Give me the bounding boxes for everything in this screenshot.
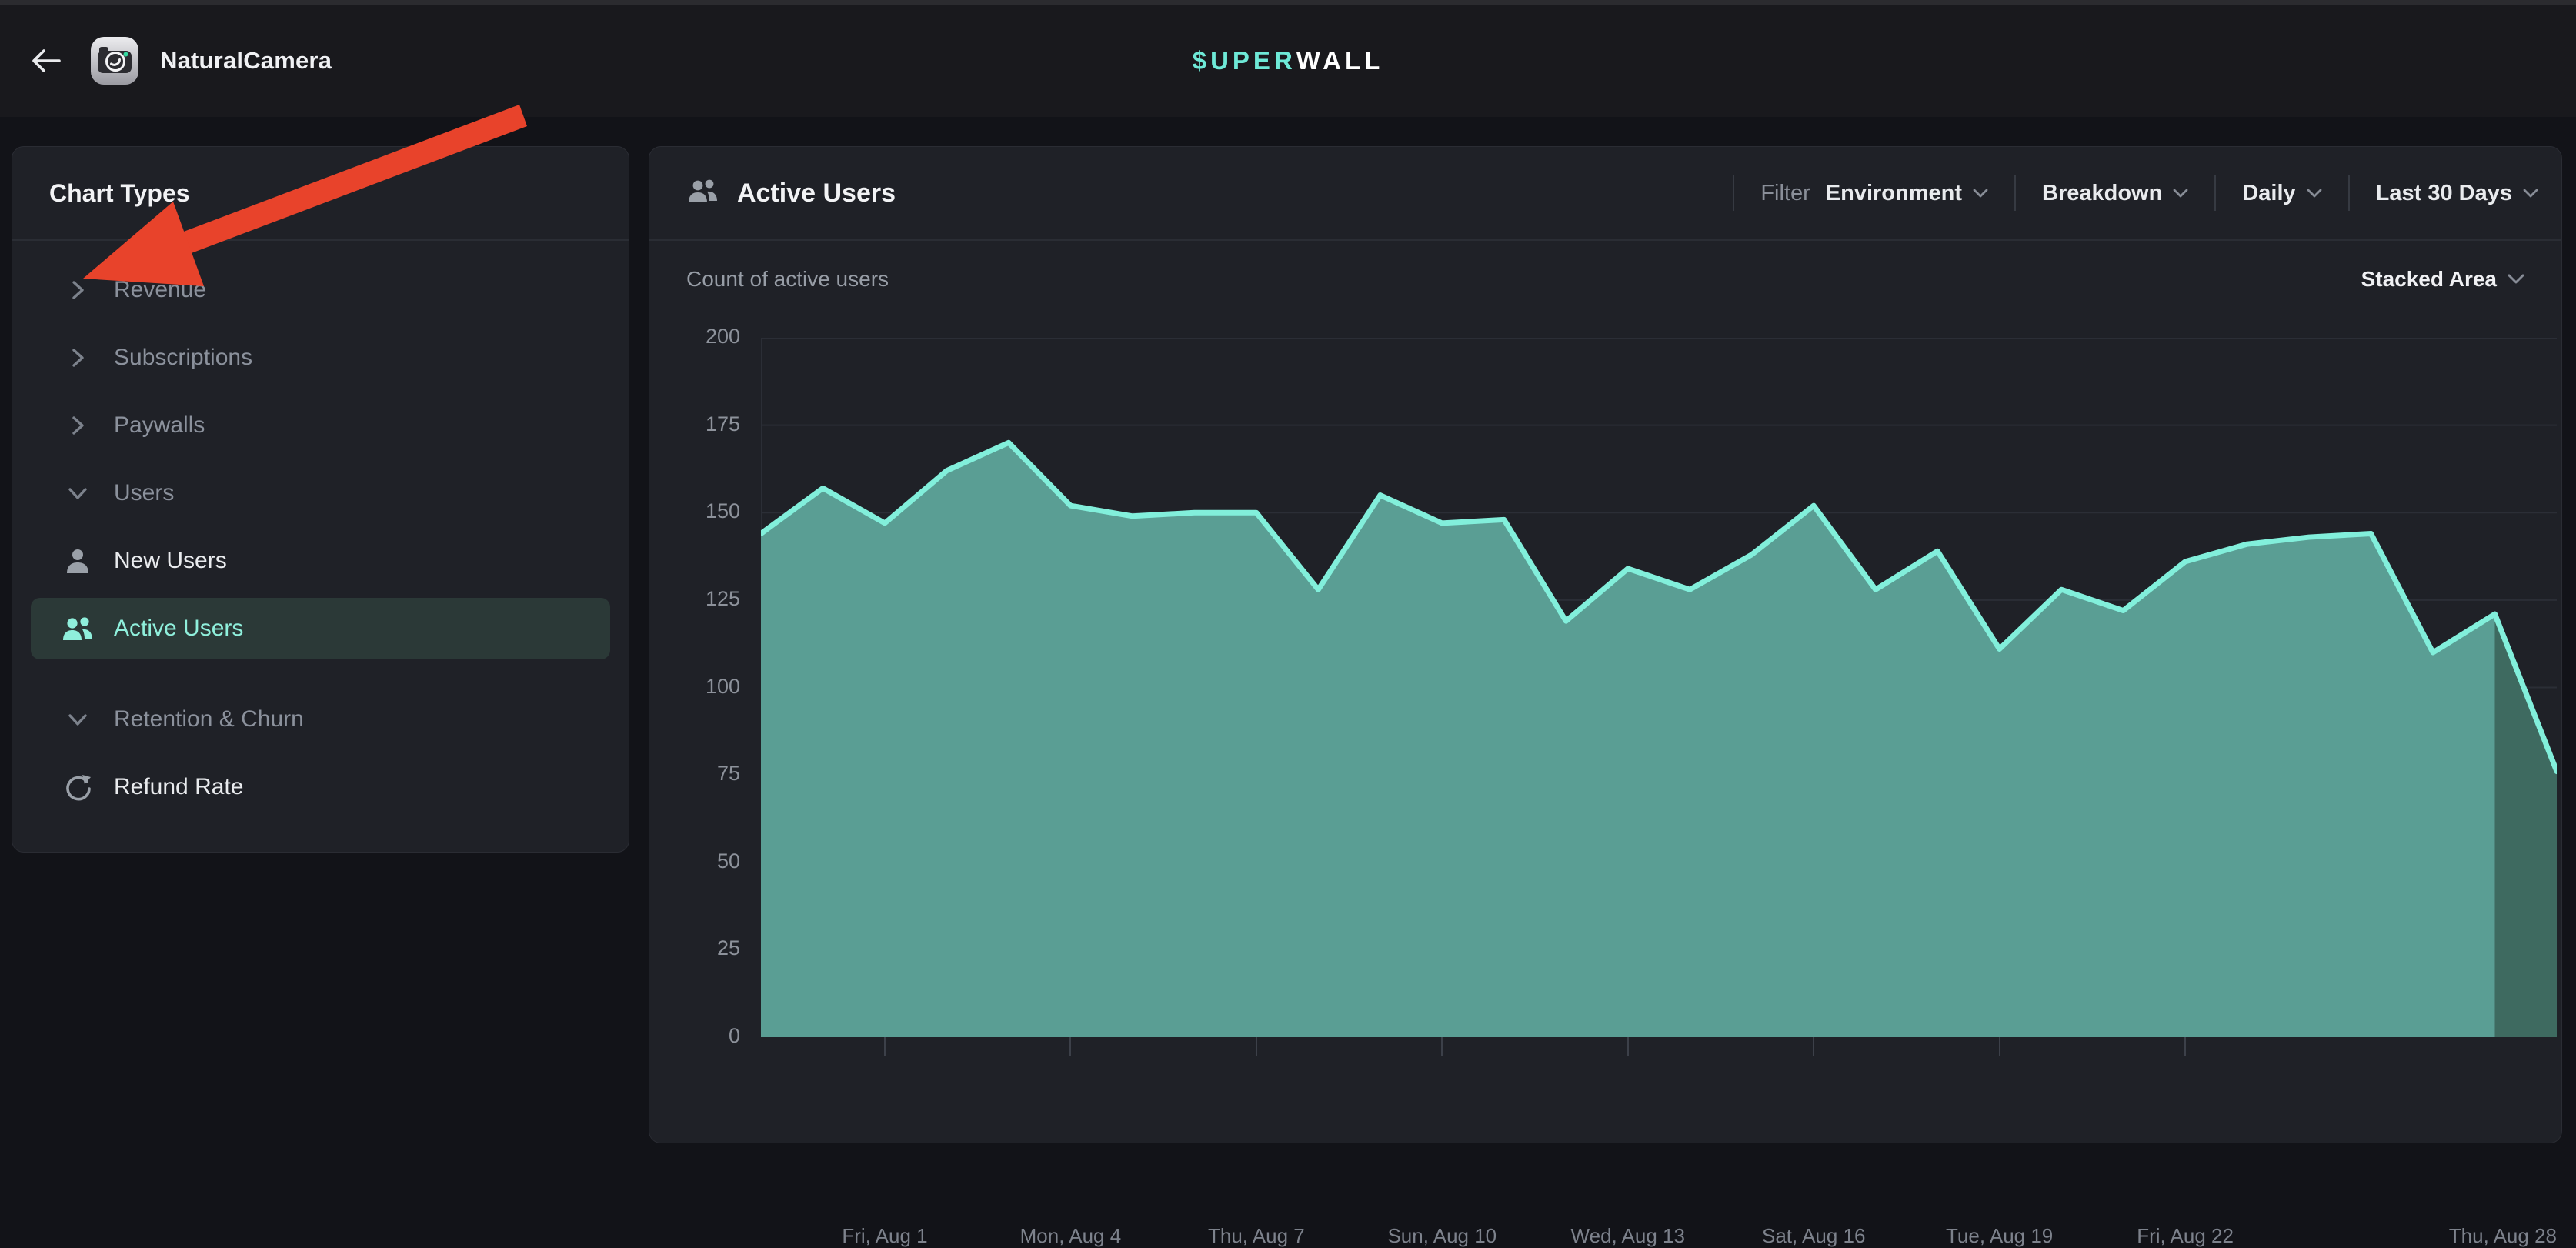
top-bar: NaturalCamera $UPERWALL	[0, 0, 2576, 117]
divider	[1733, 175, 1734, 211]
sidebar-item-label: Users	[114, 480, 174, 506]
app-name: NaturalCamera	[160, 47, 332, 75]
control-value: Daily	[2242, 181, 2295, 206]
y-axis-label: 0	[649, 1024, 740, 1048]
sidebar-item-label: New Users	[114, 548, 227, 574]
y-axis-label: 200	[649, 325, 740, 349]
chart-type-value: Stacked Area	[2361, 267, 2497, 292]
sidebar-item-refund-rate[interactable]: Refund Rate	[31, 762, 610, 812]
user-icon	[62, 545, 94, 577]
divider	[2214, 175, 2216, 211]
sidebar-item-new-users[interactable]: New Users	[31, 536, 610, 586]
y-axis-label: 25	[649, 936, 740, 960]
x-axis-tick	[1627, 1037, 1629, 1056]
y-axis-label: 175	[649, 412, 740, 436]
users-icon	[686, 176, 720, 211]
camera-flash-dot	[124, 52, 128, 57]
arrow-left-icon	[28, 45, 64, 76]
camera-app-icon	[89, 35, 140, 86]
control-value: Breakdown	[2042, 181, 2162, 206]
sidebar-item-revenue[interactable]: Revenue	[31, 265, 610, 315]
chevron-down-icon	[2307, 189, 2322, 199]
sidebar-item-label: Subscriptions	[114, 345, 252, 371]
control-last-30-days[interactable]: Last 30 Days	[2376, 181, 2538, 206]
users-icon	[62, 612, 94, 645]
sidebar-item-label: Active Users	[114, 616, 243, 642]
chart-type-selector[interactable]: Stacked Area	[2361, 267, 2524, 292]
chart-controls: Filter Environment Breakdown Daily Last 3…	[1707, 175, 2538, 211]
chart-types-list: Revenue Subscriptions Paywalls Users New…	[12, 241, 629, 812]
chart-types-title: Chart Types	[49, 179, 190, 208]
x-axis-tick	[1069, 1037, 1071, 1056]
x-axis-tick	[1999, 1037, 2000, 1056]
control-breakdown[interactable]: Breakdown	[2042, 181, 2188, 206]
superwall-logo: $UPERWALL	[1193, 5, 1384, 117]
x-axis-label: Sat, Aug 16	[1762, 1224, 1865, 1248]
x-axis-label: Mon, Aug 4	[1020, 1224, 1122, 1248]
sidebar-item-label: Retention & Churn	[114, 706, 304, 732]
logo-part-white: WALL	[1296, 46, 1383, 75]
chart-types-header: Chart Types	[12, 147, 629, 241]
sidebar-item-label: Refund Rate	[114, 774, 243, 800]
chart-subtitle: Count of active users	[686, 267, 889, 292]
x-axis-tick	[1813, 1037, 1814, 1056]
y-axis-label: 50	[649, 849, 740, 873]
y-axis-label: 125	[649, 587, 740, 611]
divider	[2348, 175, 2350, 211]
chevron-right-icon	[62, 342, 94, 374]
chart-title: Active Users	[737, 179, 896, 209]
sidebar-item-label: Revenue	[114, 277, 206, 303]
chevron-down-icon	[1973, 189, 1988, 199]
x-axis-label: Thu, Aug 28	[2449, 1224, 2557, 1248]
chart-types-panel: Chart Types Revenue Subscriptions Paywal…	[12, 146, 629, 853]
sidebar-item-subscriptions[interactable]: Subscriptions	[31, 333, 610, 382]
chevron-right-icon	[62, 274, 94, 306]
y-axis-label: 75	[649, 762, 740, 786]
control-value: Environment	[1826, 181, 1962, 206]
chevron-down-icon	[2523, 189, 2538, 199]
back-button[interactable]	[23, 38, 69, 84]
sidebar-item-users[interactable]: Users	[31, 469, 610, 518]
chevron-down-icon	[2508, 274, 2524, 285]
logo-part-teal: $UPER	[1193, 46, 1296, 75]
sidebar-item-paywalls[interactable]: Paywalls	[31, 401, 610, 450]
x-axis-tick	[884, 1037, 886, 1056]
y-axis-label: 150	[649, 499, 740, 523]
sidebar-item-active-users[interactable]: Active Users	[31, 598, 610, 659]
control-value: Last 30 Days	[2376, 181, 2512, 206]
control-daily[interactable]: Daily	[2242, 181, 2321, 206]
chevron-down-icon	[2173, 189, 2188, 199]
x-axis-label: Thu, Aug 7	[1208, 1224, 1305, 1248]
active-users-panel: Active Users Filter Environment Breakdown…	[649, 146, 2562, 1143]
x-axis-label: Fri, Aug 22	[2137, 1224, 2234, 1248]
x-axis-tick	[1441, 1037, 1443, 1056]
x-axis-label: Tue, Aug 19	[1946, 1224, 2053, 1248]
x-axis-tick	[1256, 1037, 1257, 1056]
refresh-icon	[62, 771, 94, 803]
x-axis-label: Fri, Aug 1	[842, 1224, 927, 1248]
divider	[2014, 175, 2016, 211]
chevron-right-icon	[62, 409, 94, 442]
sidebar-item-label: Paywalls	[114, 412, 205, 439]
x-axis-tick	[2184, 1037, 2186, 1056]
control-environment[interactable]: Filter Environment	[1760, 181, 1988, 206]
x-axis-label: Wed, Aug 13	[1571, 1224, 1685, 1248]
chart-panel-header: Active Users Filter Environment Breakdown…	[649, 147, 2561, 241]
sidebar-item-retention-churn[interactable]: Retention & Churn	[31, 695, 610, 744]
x-axis-label: Sun, Aug 10	[1387, 1224, 1497, 1248]
chevron-down-icon	[62, 703, 94, 736]
chevron-down-icon	[62, 477, 94, 509]
y-axis-label: 100	[649, 675, 740, 699]
active-users-area-chart[interactable]	[761, 338, 2557, 1037]
control-prefix: Filter	[1760, 181, 1810, 206]
